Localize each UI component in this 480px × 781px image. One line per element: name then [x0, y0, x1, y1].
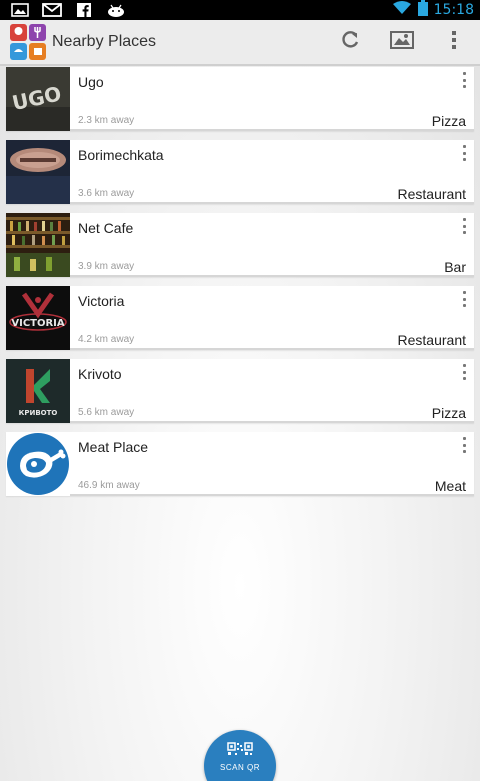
place-category: Pizza [431, 405, 466, 421]
place-thumbnail: VICTORIA [6, 286, 70, 350]
item-menu-icon[interactable] [458, 290, 470, 308]
scan-qr-button[interactable]: SCAN QR [204, 730, 276, 781]
place-category: Restaurant [397, 332, 466, 348]
item-menu-icon[interactable] [458, 71, 470, 89]
place-name: Krivoto [78, 366, 122, 382]
scan-qr-label: SCAN QR [220, 763, 260, 772]
refresh-button[interactable] [324, 19, 376, 65]
place-name: Net Cafe [78, 220, 134, 236]
map-button[interactable] [376, 19, 428, 65]
status-bar: 15:18 [0, 0, 480, 20]
map-icon [390, 29, 414, 56]
place-category: Meat [434, 478, 466, 494]
overflow-menu-button[interactable] [428, 19, 480, 65]
android-icon [106, 3, 126, 17]
place-thumbnail: UGO [6, 67, 70, 131]
wifi-icon [392, 0, 412, 20]
place-distance: 3.6 km away [78, 188, 135, 199]
place-distance: 46.9 km away [78, 480, 140, 491]
place-thumbnail [6, 213, 70, 277]
place-distance: 4.2 km away [78, 334, 135, 345]
place-thumbnail [6, 432, 70, 496]
svg-text:КРИВОТО: КРИВОТО [19, 409, 58, 417]
gmail-icon [42, 3, 62, 17]
places-list: UGO Ugo 2.3 km away Pizza Borimechkata 3… [6, 67, 474, 505]
place-name: Victoria [78, 293, 125, 309]
place-category: Bar [444, 259, 466, 275]
app-logo[interactable] [8, 22, 48, 62]
place-name: Meat Place [78, 439, 149, 455]
battery-icon [417, 0, 428, 21]
list-item-ugo[interactable]: UGO Ugo 2.3 km away Pizza [6, 67, 474, 131]
qr-code-icon [227, 742, 253, 761]
item-menu-icon[interactable] [458, 436, 470, 454]
clock: 15:18 [433, 2, 474, 18]
item-menu-icon[interactable] [458, 363, 470, 381]
app-title: Nearby Places [52, 33, 157, 50]
list-item-net-cafe[interactable]: Net Cafe 3.9 km away Bar [6, 213, 474, 277]
place-distance: 5.6 km away [78, 407, 135, 418]
svg-text:VICTORIA: VICTORIA [11, 318, 65, 329]
overflow-menu-icon [451, 30, 457, 55]
item-menu-icon[interactable] [458, 144, 470, 162]
list-item-borimechkata[interactable]: Borimechkata 3.6 km away Restaurant [6, 140, 474, 204]
place-distance: 2.3 km away [78, 115, 135, 126]
item-menu-icon[interactable] [458, 217, 470, 235]
refresh-icon [339, 29, 361, 56]
place-name: Borimechkata [78, 147, 164, 163]
place-thumbnail [6, 140, 70, 204]
list-item-victoria[interactable]: VICTORIA Victoria 4.2 km away Restaurant [6, 286, 474, 350]
action-bar: Nearby Places [0, 20, 480, 66]
list-item-meat-place[interactable]: Meat Place 46.9 km away Meat [6, 432, 474, 496]
list-item-krivoto[interactable]: КРИВОТО Krivoto 5.6 km away Pizza [6, 359, 474, 423]
place-name: Ugo [78, 74, 104, 90]
place-category: Pizza [431, 113, 466, 129]
place-distance: 3.9 km away [78, 261, 135, 272]
place-category: Restaurant [397, 186, 466, 202]
facebook-icon [74, 3, 94, 17]
place-thumbnail: КРИВОТО [6, 359, 70, 423]
image-icon [10, 3, 30, 17]
